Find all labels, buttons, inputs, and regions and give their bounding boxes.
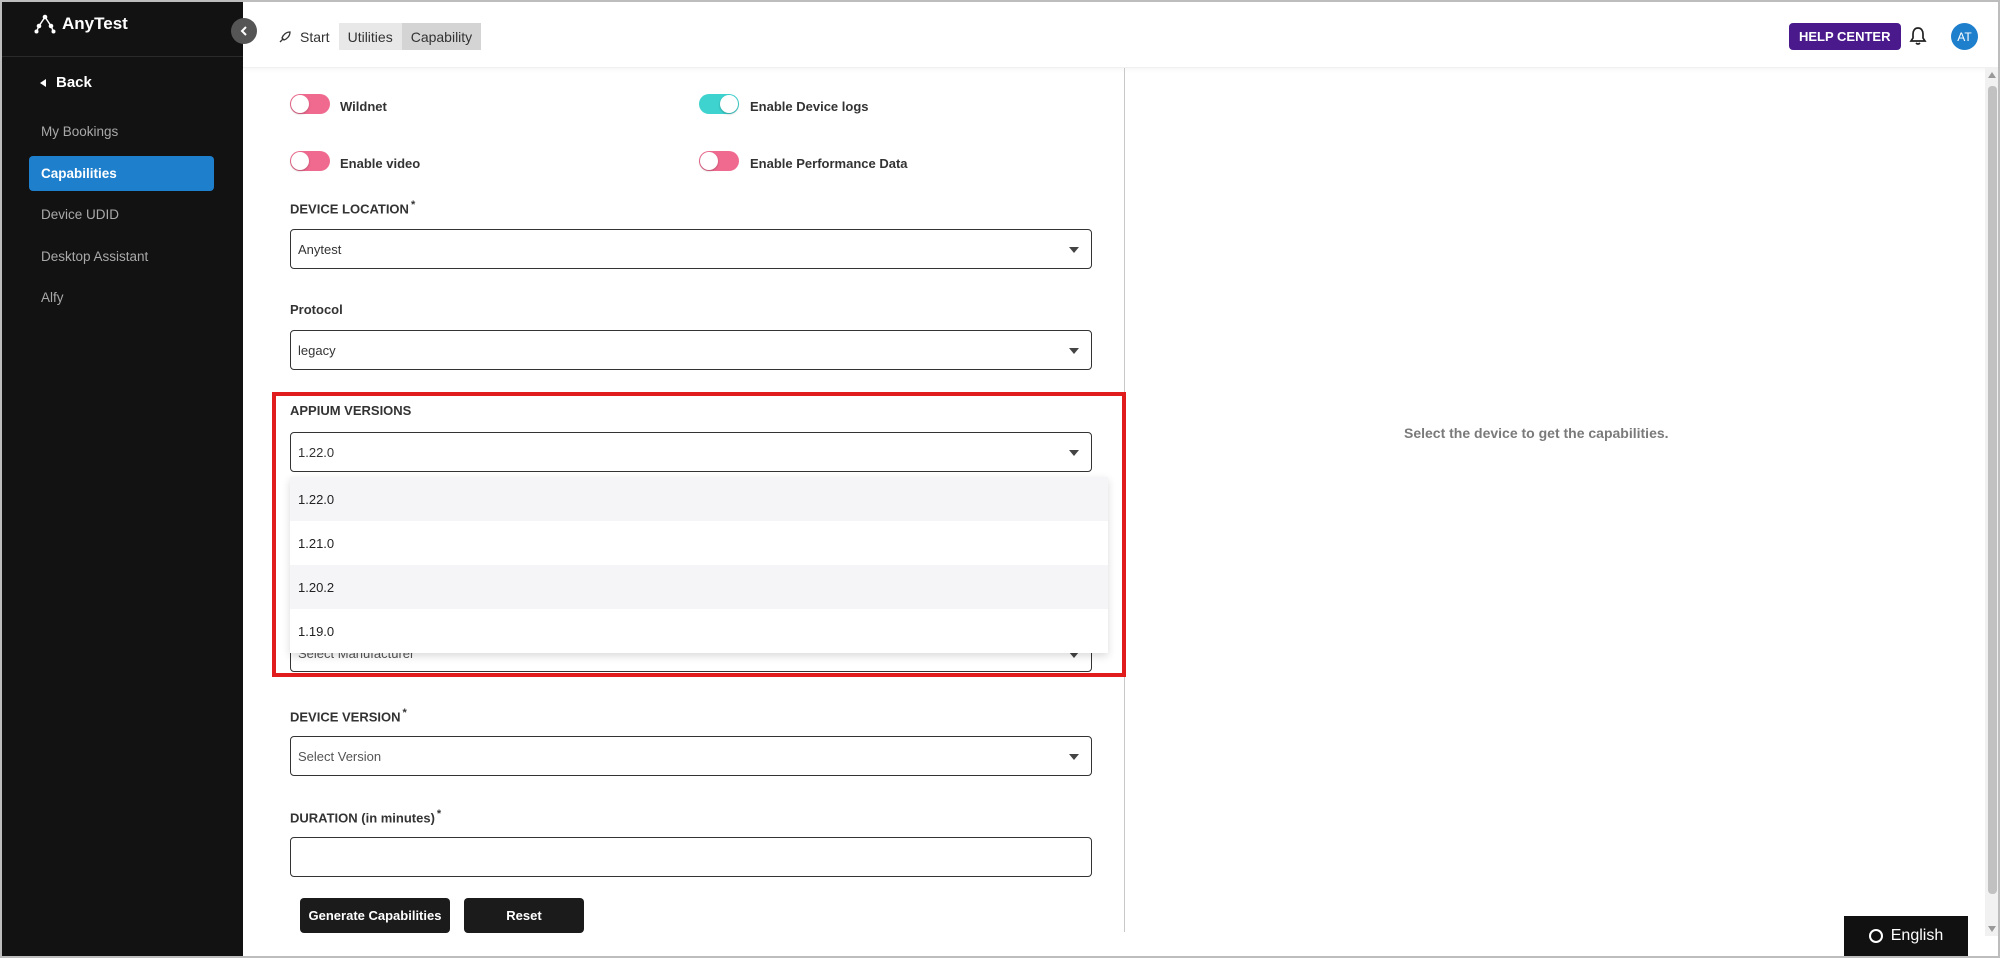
protocol-value: legacy — [298, 342, 336, 358]
sidebar-item-device-udid[interactable]: Device UDID — [29, 197, 214, 232]
rocket-icon — [279, 30, 291, 42]
duration-input[interactable] — [290, 837, 1092, 877]
chevron-left-icon — [240, 26, 247, 36]
device-version-label: DEVICE VERSION * — [290, 707, 407, 724]
back-label: Back — [56, 74, 92, 91]
device-location-value: Anytest — [298, 241, 342, 257]
toggle-wildnet[interactable] — [290, 94, 330, 114]
device-version-label-text: DEVICE VERSION — [290, 709, 401, 725]
device-location-label: DEVICE LOCATION * — [290, 199, 415, 216]
toggle-device-logs-label: Enable Device logs — [750, 99, 869, 114]
protocol-select[interactable]: legacy — [290, 330, 1092, 370]
dropdown-option[interactable]: 1.19.0 — [290, 609, 1108, 653]
dropdown-option[interactable]: 1.22.0 — [290, 477, 1108, 521]
appium-versions-value: 1.22.0 — [298, 444, 335, 460]
app-frame: AnyTest Back My Bookings Capabilities De… — [0, 0, 2000, 958]
sidebar: AnyTest Back My Bookings Capabilities De… — [2, 2, 243, 956]
sidebar-item-my-bookings[interactable]: My Bookings — [29, 114, 214, 149]
top-bar: Start Utilities Capability HELP CENTER A… — [243, 2, 1998, 68]
breadcrumb: Start Utilities Capability — [269, 23, 482, 50]
toggle-device-logs[interactable] — [699, 94, 739, 114]
scrollbar[interactable] — [1985, 68, 1998, 936]
avatar[interactable]: AT — [1951, 23, 1978, 50]
breadcrumb-start-label: Start — [300, 28, 330, 45]
app-logo: AnyTest — [34, 14, 128, 34]
scrollbar-thumb[interactable] — [1988, 86, 1997, 894]
dropdown-option[interactable]: 1.20.2 — [290, 565, 1108, 609]
reset-button[interactable]: Reset — [464, 898, 584, 933]
duration-label-text: DURATION (in minutes) — [290, 810, 435, 826]
caret-down-icon — [1069, 754, 1079, 760]
toggle-performance-data[interactable] — [699, 151, 739, 171]
device-version-placeholder: Select Version — [298, 748, 382, 764]
toggle-video-label: Enable video — [340, 156, 421, 171]
breadcrumb-start[interactable]: Start — [269, 23, 339, 50]
caret-down-icon — [1069, 450, 1079, 456]
duration-label: DURATION (in minutes) * — [290, 808, 441, 825]
scroll-up-icon[interactable] — [1988, 72, 1996, 78]
appium-versions-select[interactable]: 1.22.0 — [290, 432, 1092, 472]
toggle-performance-data-label: Enable Performance Data — [750, 156, 908, 171]
capabilities-empty-message: Select the device to get the capabilitie… — [1404, 425, 1669, 441]
device-version-select[interactable]: Select Version — [290, 736, 1092, 776]
sidebar-item-capabilities[interactable]: Capabilities — [29, 156, 214, 191]
panel-divider — [1124, 68, 1125, 932]
appium-versions-label: APPIUM VERSIONS — [290, 403, 412, 418]
toggle-wildnet-label: Wildnet — [340, 99, 387, 114]
logo-icon — [34, 14, 56, 34]
toggle-video[interactable] — [290, 151, 330, 171]
bell-icon[interactable] — [1909, 26, 1927, 46]
back-link[interactable]: Back — [40, 74, 92, 91]
device-location-select[interactable]: Anytest — [290, 229, 1092, 269]
required-marker: * — [436, 808, 442, 820]
device-location-label-text: DEVICE LOCATION — [290, 201, 409, 217]
help-center-button[interactable]: HELP CENTER — [1789, 23, 1901, 50]
appium-versions-dropdown: 1.22.0 1.21.0 1.20.2 1.19.0 — [290, 477, 1108, 653]
dropdown-option[interactable]: 1.21.0 — [290, 521, 1108, 565]
scroll-down-icon[interactable] — [1988, 926, 1996, 932]
required-marker: * — [402, 707, 407, 719]
sidebar-item-alfy[interactable]: Alfy — [29, 280, 214, 315]
caret-down-icon — [1069, 348, 1079, 354]
sidebar-divider — [2, 56, 243, 57]
language-label: English — [1890, 927, 1944, 944]
generate-capabilities-button[interactable]: Generate Capabilities — [300, 898, 450, 933]
back-arrow-icon — [40, 78, 46, 87]
language-button[interactable]: English — [1844, 916, 1968, 956]
app-name: AnyTest — [62, 14, 128, 33]
breadcrumb-capability[interactable]: Capability — [401, 23, 482, 50]
breadcrumb-utilities[interactable]: Utilities — [338, 23, 402, 50]
protocol-label: Protocol — [290, 302, 343, 317]
required-marker: * — [410, 199, 416, 211]
globe-icon — [1868, 929, 1883, 943]
collapse-sidebar-button[interactable] — [231, 18, 257, 44]
caret-down-icon — [1069, 247, 1079, 253]
sidebar-item-desktop-assistant[interactable]: Desktop Assistant — [29, 239, 214, 274]
